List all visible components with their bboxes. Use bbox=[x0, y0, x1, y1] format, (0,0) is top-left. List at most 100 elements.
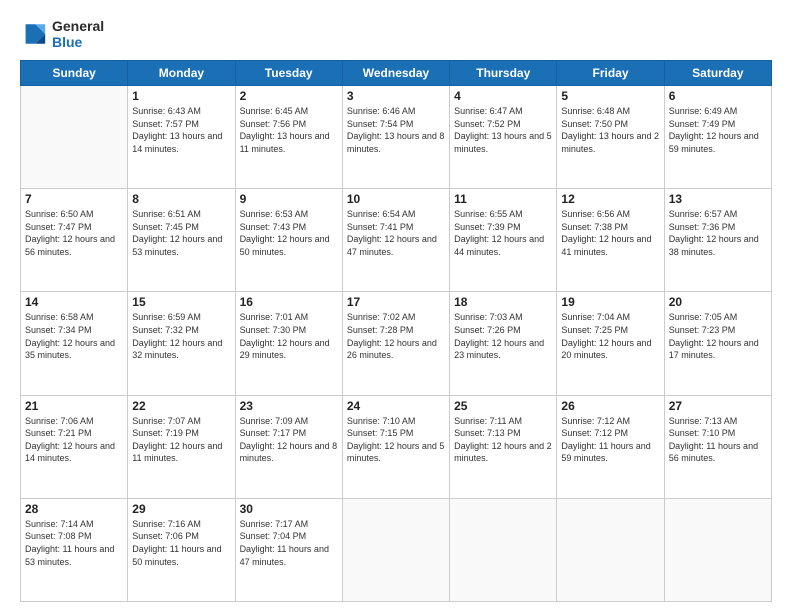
cell-details: Sunrise: 7:11 AMSunset: 7:13 PMDaylight:… bbox=[454, 415, 552, 465]
calendar-cell: 11Sunrise: 6:55 AMSunset: 7:39 PMDayligh… bbox=[450, 189, 557, 292]
weekday-header-sunday: Sunday bbox=[21, 61, 128, 86]
day-number: 7 bbox=[25, 192, 123, 206]
cell-details: Sunrise: 6:46 AMSunset: 7:54 PMDaylight:… bbox=[347, 105, 445, 155]
cell-details: Sunrise: 6:51 AMSunset: 7:45 PMDaylight:… bbox=[132, 208, 230, 258]
weekday-header-thursday: Thursday bbox=[450, 61, 557, 86]
cell-details: Sunrise: 7:03 AMSunset: 7:26 PMDaylight:… bbox=[454, 311, 552, 361]
day-number: 13 bbox=[669, 192, 767, 206]
calendar-week-3: 14 Sunrise: 6:58 AMSunset: 7:34 PMDayligh… bbox=[21, 292, 772, 395]
cell-details: Sunrise: 7:14 AMSunset: 7:08 PMDaylight:… bbox=[25, 518, 123, 568]
calendar-cell: 5 Sunrise: 6:48 AMSunset: 7:50 PMDaylight… bbox=[557, 86, 664, 189]
calendar-cell: 20Sunrise: 7:05 AMSunset: 7:23 PMDayligh… bbox=[664, 292, 771, 395]
day-number: 26 bbox=[561, 399, 659, 413]
calendar-cell: 9 Sunrise: 6:53 AMSunset: 7:43 PMDaylight… bbox=[235, 189, 342, 292]
cell-details: Sunrise: 6:54 AMSunset: 7:41 PMDaylight:… bbox=[347, 208, 445, 258]
weekday-header-saturday: Saturday bbox=[664, 61, 771, 86]
header: General Blue bbox=[20, 18, 772, 50]
day-number: 4 bbox=[454, 89, 552, 103]
calendar-cell: 21 Sunrise: 7:06 AMSunset: 7:21 PMDayligh… bbox=[21, 395, 128, 498]
weekday-header-tuesday: Tuesday bbox=[235, 61, 342, 86]
weekday-header-wednesday: Wednesday bbox=[342, 61, 449, 86]
weekday-header-friday: Friday bbox=[557, 61, 664, 86]
day-number: 5 bbox=[561, 89, 659, 103]
day-number: 8 bbox=[132, 192, 230, 206]
cell-details: Sunrise: 6:49 AMSunset: 7:49 PMDaylight:… bbox=[669, 105, 767, 155]
calendar-week-5: 28 Sunrise: 7:14 AMSunset: 7:08 PMDayligh… bbox=[21, 498, 772, 601]
cell-details: Sunrise: 7:09 AMSunset: 7:17 PMDaylight:… bbox=[240, 415, 338, 465]
cell-details: Sunrise: 6:55 AMSunset: 7:39 PMDaylight:… bbox=[454, 208, 552, 258]
calendar-cell: 18 Sunrise: 7:03 AMSunset: 7:26 PMDayligh… bbox=[450, 292, 557, 395]
day-number: 28 bbox=[25, 502, 123, 516]
day-number: 25 bbox=[454, 399, 552, 413]
weekday-header-row: SundayMondayTuesdayWednesdayThursdayFrid… bbox=[21, 61, 772, 86]
calendar-cell: 10Sunrise: 6:54 AMSunset: 7:41 PMDayligh… bbox=[342, 189, 449, 292]
cell-details: Sunrise: 7:13 AMSunset: 7:10 PMDaylight:… bbox=[669, 415, 767, 465]
logo-text: General Blue bbox=[52, 18, 104, 50]
day-number: 17 bbox=[347, 295, 445, 309]
page: General Blue SundayMondayTuesdayWednesda… bbox=[0, 0, 792, 612]
day-number: 23 bbox=[240, 399, 338, 413]
day-number: 19 bbox=[561, 295, 659, 309]
calendar-cell: 16Sunrise: 7:01 AMSunset: 7:30 PMDayligh… bbox=[235, 292, 342, 395]
calendar-week-4: 21 Sunrise: 7:06 AMSunset: 7:21 PMDayligh… bbox=[21, 395, 772, 498]
calendar-cell: 26 Sunrise: 7:12 AMSunset: 7:12 PMDayligh… bbox=[557, 395, 664, 498]
day-number: 3 bbox=[347, 89, 445, 103]
cell-details: Sunrise: 6:48 AMSunset: 7:50 PMDaylight:… bbox=[561, 105, 659, 155]
cell-details: Sunrise: 6:57 AMSunset: 7:36 PMDaylight:… bbox=[669, 208, 767, 258]
cell-details: Sunrise: 6:59 AMSunset: 7:32 PMDaylight:… bbox=[132, 311, 230, 361]
cell-details: Sunrise: 6:50 AMSunset: 7:47 PMDaylight:… bbox=[25, 208, 123, 258]
day-number: 2 bbox=[240, 89, 338, 103]
calendar-cell bbox=[450, 498, 557, 601]
calendar-cell: 17 Sunrise: 7:02 AMSunset: 7:28 PMDayligh… bbox=[342, 292, 449, 395]
calendar-cell: 24 Sunrise: 7:10 AMSunset: 7:15 PMDayligh… bbox=[342, 395, 449, 498]
calendar-cell: 8 Sunrise: 6:51 AMSunset: 7:45 PMDaylight… bbox=[128, 189, 235, 292]
calendar-cell: 7 Sunrise: 6:50 AMSunset: 7:47 PMDaylight… bbox=[21, 189, 128, 292]
day-number: 20 bbox=[669, 295, 767, 309]
day-number: 18 bbox=[454, 295, 552, 309]
cell-details: Sunrise: 7:17 AMSunset: 7:04 PMDaylight:… bbox=[240, 518, 338, 568]
cell-details: Sunrise: 6:45 AMSunset: 7:56 PMDaylight:… bbox=[240, 105, 338, 155]
calendar-cell: 22Sunrise: 7:07 AMSunset: 7:19 PMDayligh… bbox=[128, 395, 235, 498]
cell-details: Sunrise: 7:10 AMSunset: 7:15 PMDaylight:… bbox=[347, 415, 445, 465]
day-number: 21 bbox=[25, 399, 123, 413]
calendar-cell bbox=[21, 86, 128, 189]
calendar-cell: 4Sunrise: 6:47 AMSunset: 7:52 PMDaylight… bbox=[450, 86, 557, 189]
cell-details: Sunrise: 7:02 AMSunset: 7:28 PMDaylight:… bbox=[347, 311, 445, 361]
calendar-cell bbox=[664, 498, 771, 601]
calendar-cell: 28 Sunrise: 7:14 AMSunset: 7:08 PMDayligh… bbox=[21, 498, 128, 601]
cell-details: Sunrise: 6:56 AMSunset: 7:38 PMDaylight:… bbox=[561, 208, 659, 258]
weekday-header-monday: Monday bbox=[128, 61, 235, 86]
day-number: 29 bbox=[132, 502, 230, 516]
calendar-cell: 15 Sunrise: 6:59 AMSunset: 7:32 PMDayligh… bbox=[128, 292, 235, 395]
logo: General Blue bbox=[20, 18, 104, 50]
cell-details: Sunrise: 6:53 AMSunset: 7:43 PMDaylight:… bbox=[240, 208, 338, 258]
calendar-cell: 29Sunrise: 7:16 AMSunset: 7:06 PMDayligh… bbox=[128, 498, 235, 601]
day-number: 22 bbox=[132, 399, 230, 413]
day-number: 15 bbox=[132, 295, 230, 309]
day-number: 14 bbox=[25, 295, 123, 309]
calendar-cell: 25 Sunrise: 7:11 AMSunset: 7:13 PMDayligh… bbox=[450, 395, 557, 498]
cell-details: Sunrise: 6:58 AMSunset: 7:34 PMDaylight:… bbox=[25, 311, 123, 361]
calendar-cell bbox=[342, 498, 449, 601]
calendar-cell: 1 Sunrise: 6:43 AMSunset: 7:57 PMDaylight… bbox=[128, 86, 235, 189]
day-number: 27 bbox=[669, 399, 767, 413]
calendar-cell bbox=[557, 498, 664, 601]
day-number: 24 bbox=[347, 399, 445, 413]
day-number: 9 bbox=[240, 192, 338, 206]
cell-details: Sunrise: 7:12 AMSunset: 7:12 PMDaylight:… bbox=[561, 415, 659, 465]
calendar-cell: 2 Sunrise: 6:45 AMSunset: 7:56 PMDaylight… bbox=[235, 86, 342, 189]
calendar-cell: 19 Sunrise: 7:04 AMSunset: 7:25 PMDayligh… bbox=[557, 292, 664, 395]
calendar-week-2: 7 Sunrise: 6:50 AMSunset: 7:47 PMDaylight… bbox=[21, 189, 772, 292]
day-number: 30 bbox=[240, 502, 338, 516]
cell-details: Sunrise: 7:06 AMSunset: 7:21 PMDaylight:… bbox=[25, 415, 123, 465]
cell-details: Sunrise: 6:43 AMSunset: 7:57 PMDaylight:… bbox=[132, 105, 230, 155]
calendar-cell: 23 Sunrise: 7:09 AMSunset: 7:17 PMDayligh… bbox=[235, 395, 342, 498]
calendar-cell: 6Sunrise: 6:49 AMSunset: 7:49 PMDaylight… bbox=[664, 86, 771, 189]
calendar-cell: 30 Sunrise: 7:17 AMSunset: 7:04 PMDayligh… bbox=[235, 498, 342, 601]
calendar-cell: 13 Sunrise: 6:57 AMSunset: 7:36 PMDayligh… bbox=[664, 189, 771, 292]
calendar-cell: 14 Sunrise: 6:58 AMSunset: 7:34 PMDayligh… bbox=[21, 292, 128, 395]
day-number: 1 bbox=[132, 89, 230, 103]
day-number: 12 bbox=[561, 192, 659, 206]
cell-details: Sunrise: 7:04 AMSunset: 7:25 PMDaylight:… bbox=[561, 311, 659, 361]
calendar-table: SundayMondayTuesdayWednesdayThursdayFrid… bbox=[20, 60, 772, 602]
